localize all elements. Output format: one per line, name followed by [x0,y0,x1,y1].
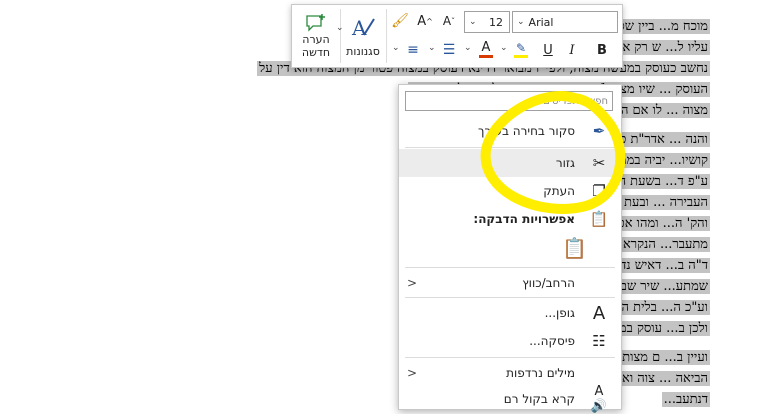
copy-icon: ❐ [592,182,606,200]
comment-add-icon [306,14,325,32]
bullets-icon[interactable]: ☰ [438,39,460,61]
styles-label: סגנונות [346,44,380,58]
line-spacing-icon[interactable]: ≡ [402,39,424,61]
font-name-value: Arial [528,15,554,29]
font-icon: A [592,302,606,324]
chevron-left-icon: < [407,366,418,380]
styles-button[interactable]: A סגנונות [342,7,384,65]
grow-font-button[interactable]: A ^ [414,11,436,31]
font-color-bar [479,54,493,58]
font-name-select[interactable]: ⌄ Arial [512,11,618,33]
chevron-down-icon[interactable]: ⌄ [428,43,436,53]
underline-button[interactable]: U [538,39,558,61]
chevron-down-icon[interactable]: ⌄ [464,43,472,53]
new-comment-label-1: הערה [302,33,330,46]
chevron-down-icon: ⌄ [517,17,525,27]
menu-search-input[interactable]: חפש בתפריטים [405,91,613,111]
menu-item-cut[interactable]: ✂ גזור [399,149,621,177]
font-size-select[interactable]: ⌄ 12 [464,11,510,33]
svg-text:A: A [351,16,367,39]
highlight-button[interactable]: ✎ [510,37,532,61]
context-menu: חפש בתפריטים ✒ סקור בחירה בעורך ✂ גזור ❐… [398,84,622,414]
menu-item-review-selection[interactable]: ✒ סקור בחירה בעורך [399,117,621,145]
chevron-down-icon[interactable]: ⌄ [500,43,508,53]
menu-item-read-aloud[interactable]: A🔊 קרא בקול רם [399,384,621,414]
new-comment-label-2: חדשה [301,46,331,59]
shrink-font-button[interactable]: Aˇ [438,11,460,31]
scissors-icon: ✂ [592,154,606,172]
menu-item-paragraph[interactable]: ☷ פיסקה... [399,327,621,355]
pen-icon: ✒ [592,122,606,140]
mini-toolbar: הערה חדשה A סגנונות ⌄ 🖌 A ^ Aˇ ⌄ 12 ⌄ Ari… [291,4,623,68]
styles-icon: A [351,16,375,39]
font-size-value: 12 [489,15,503,29]
italic-button[interactable]: I [562,39,582,61]
highlighter-icon: ✎ [515,40,527,55]
menu-search-placeholder: חפש בתפריטים [543,95,608,107]
styles-dropdown-icon[interactable]: ⌄ [336,23,344,33]
menu-item-copy[interactable]: ❐ העתק [399,177,621,205]
clipboard-icon: 📋 [562,236,587,260]
chevron-down-icon: ⌄ [469,17,477,27]
chevron-down-icon[interactable]: ⌄ [392,43,400,53]
menu-item-synonyms[interactable]: מילים נרדפות < [399,359,621,387]
paste-icon: 📋 [589,210,609,228]
read-aloud-icon: A🔊 [590,384,608,414]
font-color-glyph: A [481,39,491,55]
paragraph-icon: ☷ [592,332,606,350]
paste-options-header: 📋 אפשרויות הדבקה: [399,205,621,233]
chevron-left-icon: < [407,276,418,290]
new-comment-button[interactable]: הערה חדשה [294,7,338,65]
menu-item-expand-collapse[interactable]: הרחב/כווץ < [399,269,621,297]
menu-item-font[interactable]: A גופן... [399,299,621,327]
format-painter-icon[interactable]: 🖌 [390,11,410,31]
font-color-button[interactable]: A [476,37,496,61]
paste-keep-text-only-button[interactable]: 📋 [399,233,621,263]
highlight-color-bar [514,54,528,58]
bold-button[interactable]: B [592,39,612,61]
